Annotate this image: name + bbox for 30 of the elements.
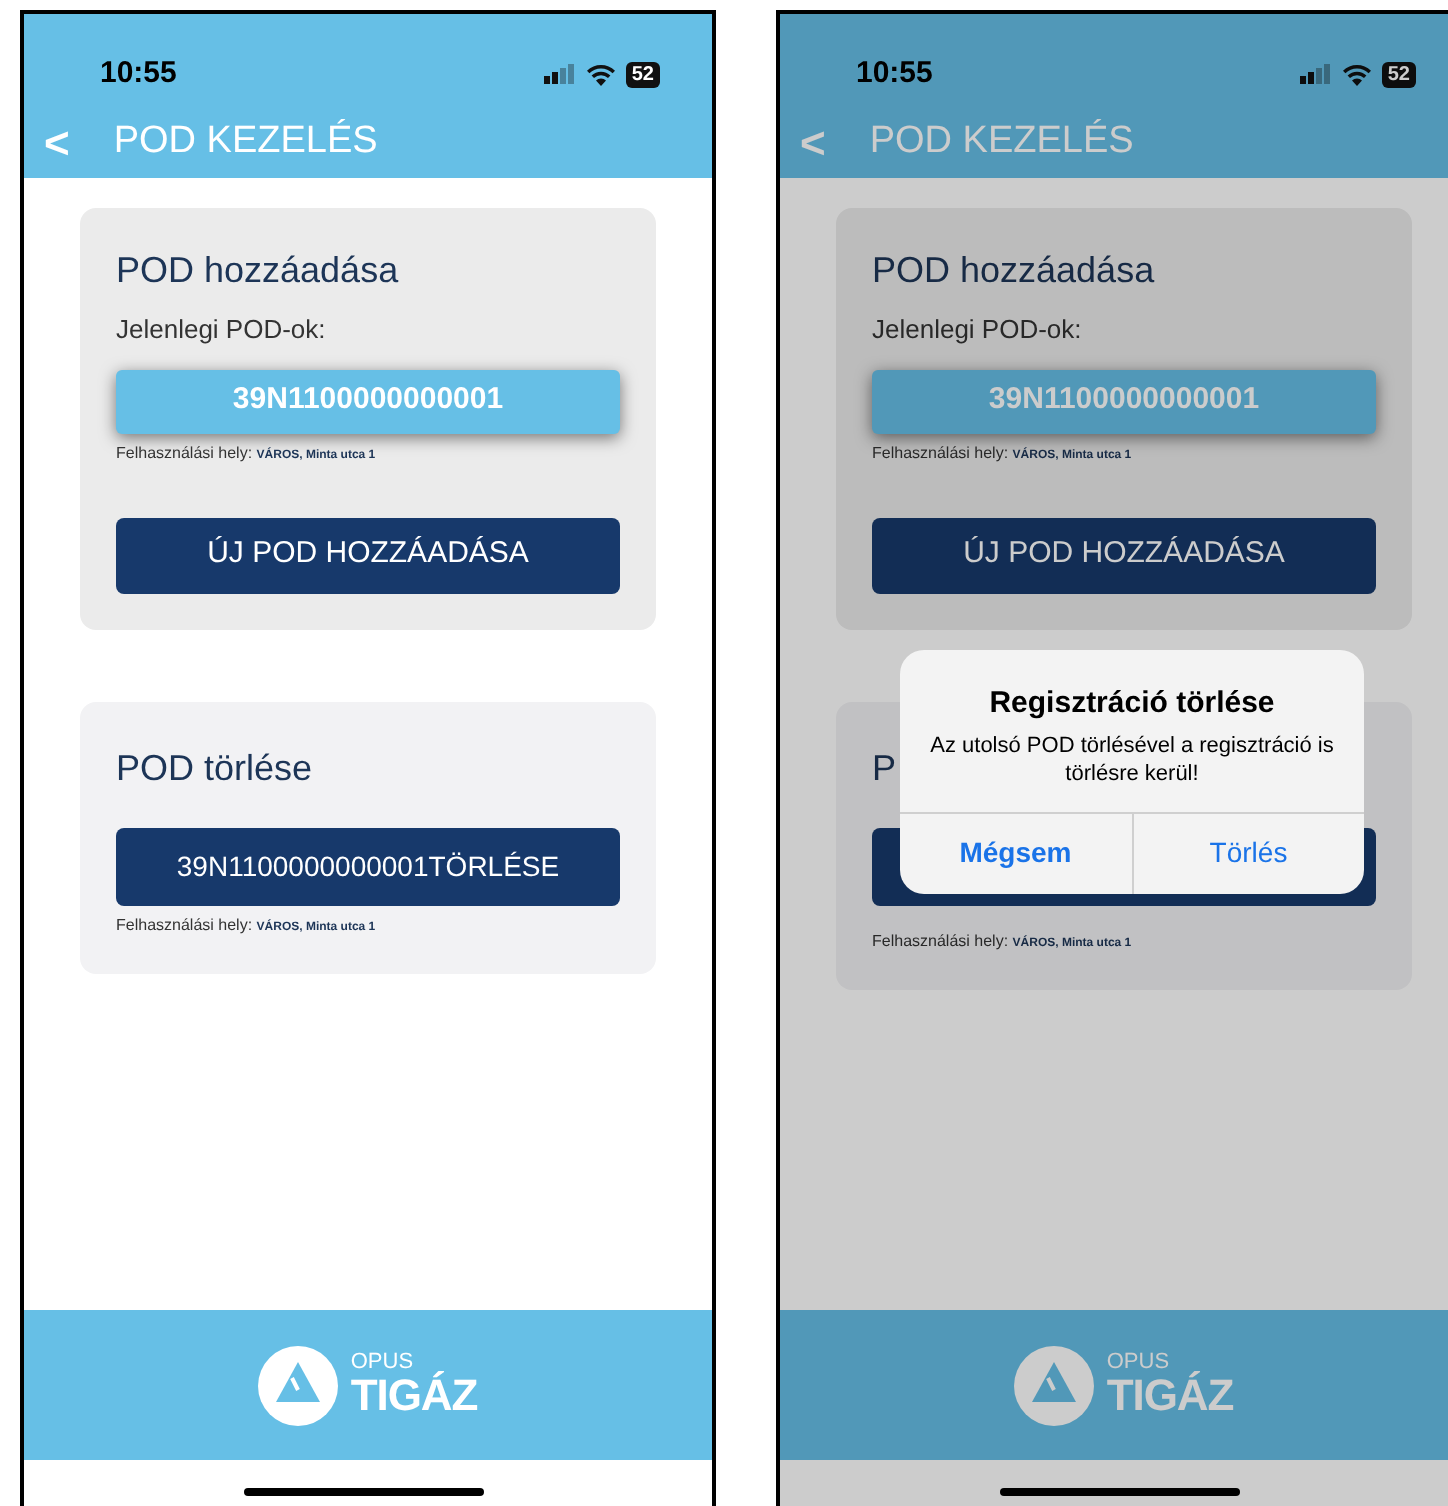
- battery-level: 52: [625, 61, 660, 87]
- pod-chip[interactable]: 39N1100000000001: [116, 369, 620, 433]
- logo-icon: [1014, 1345, 1095, 1425]
- signal-icon: [543, 64, 576, 84]
- add-pod-button[interactable]: ÚJ POD HOZZÁADÁSA: [872, 517, 1376, 593]
- screen-title: POD KEZELÉS: [869, 117, 1134, 167]
- card-title: P: [872, 745, 897, 791]
- field-label: Jelenlegi POD-ok:: [872, 312, 1084, 348]
- logo-small-text: OPUS: [1106, 1352, 1170, 1374]
- status-time: 10:55: [100, 53, 177, 94]
- wifi-icon: [1341, 63, 1372, 85]
- dialog-button[interactable]: Törlés: [1131, 813, 1364, 893]
- logo-text: TIGÁZ: [350, 1374, 478, 1418]
- screen-title: POD KEZELÉS: [113, 117, 378, 167]
- dialog-message: Az utolsó POD törlésével a regisztráció is törlésre kerül!: [928, 731, 1336, 787]
- status-time: 10:55: [856, 53, 933, 94]
- battery-level: 52: [1381, 61, 1416, 87]
- logo-small-text: OPUS: [350, 1352, 414, 1374]
- dialog-title: Regisztráció törlése: [989, 684, 1275, 724]
- delete-pod-button[interactable]: 39N1100000000001TÖRLÉSE: [116, 827, 620, 905]
- card-title: POD törlése: [116, 745, 313, 791]
- logo-icon: [258, 1345, 339, 1425]
- add-pod-button[interactable]: ÚJ POD HOZZÁADÁSA: [116, 517, 620, 593]
- card-title: POD hozzáadása: [872, 248, 1157, 294]
- card-title: POD hozzáadása: [116, 248, 401, 294]
- dialog-button[interactable]: Mégsem: [900, 813, 1131, 893]
- logo-text: TIGÁZ: [1106, 1374, 1234, 1418]
- field-label: Jelenlegi POD-ok:: [116, 312, 328, 348]
- back-button[interactable]: <: [44, 110, 70, 176]
- wifi-icon: [585, 63, 616, 85]
